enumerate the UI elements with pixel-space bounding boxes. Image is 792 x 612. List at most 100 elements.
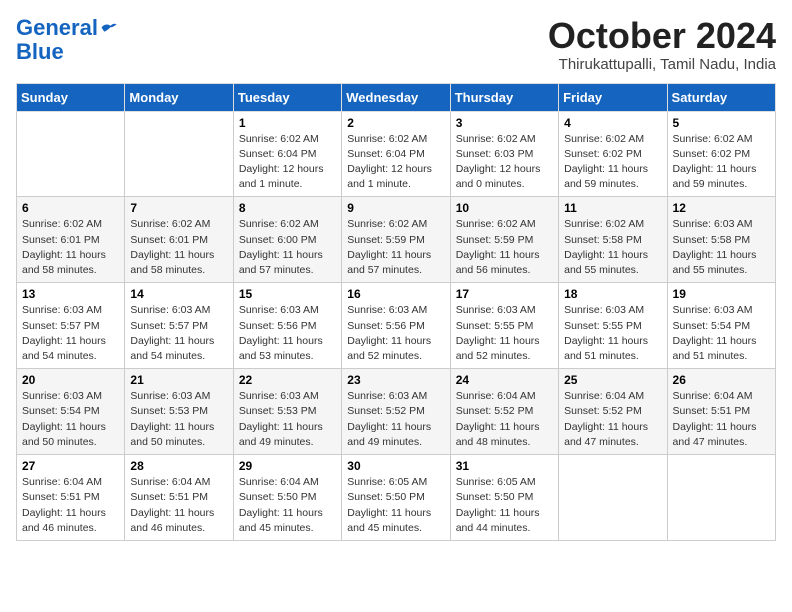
day-info: Sunrise: 6:02 AM Sunset: 6:01 PM Dayligh… xyxy=(130,217,227,278)
calendar-cell: 2 Sunrise: 6:02 AM Sunset: 6:04 PM Daylig… xyxy=(342,111,450,197)
calendar-cell: 31 Sunrise: 6:05 AM Sunset: 5:50 PM Dayli… xyxy=(450,455,558,541)
logo-text: General xyxy=(16,16,98,40)
calendar-cell: 3 Sunrise: 6:02 AM Sunset: 6:03 PM Daylig… xyxy=(450,111,558,197)
calendar-cell: 30 Sunrise: 6:05 AM Sunset: 5:50 PM Dayli… xyxy=(342,455,450,541)
day-number: 26 xyxy=(673,373,770,387)
day-number: 8 xyxy=(239,201,336,215)
day-number: 6 xyxy=(22,201,119,215)
calendar-cell: 1Sunrise: 6:02 AM Sunset: 6:04 PM Daylig… xyxy=(233,111,341,197)
day-number: 28 xyxy=(130,459,227,473)
day-number: 29 xyxy=(239,459,336,473)
calendar-cell: 26 Sunrise: 6:04 AM Sunset: 5:51 PM Dayli… xyxy=(667,369,775,455)
calendar-cell: 17 Sunrise: 6:03 AM Sunset: 5:55 PM Dayli… xyxy=(450,283,558,369)
day-info: Sunrise: 6:03 AM Sunset: 5:53 PM Dayligh… xyxy=(239,389,336,450)
day-info: Sunrise: 6:02 AM Sunset: 5:59 PM Dayligh… xyxy=(456,217,553,278)
calendar-cell: 20 Sunrise: 6:03 AM Sunset: 5:54 PM Dayli… xyxy=(17,369,125,455)
logo-bird-icon xyxy=(100,21,118,35)
calendar-cell: 23 Sunrise: 6:03 AM Sunset: 5:52 PM Dayli… xyxy=(342,369,450,455)
calendar-cell: 28Sunrise: 6:04 AM Sunset: 5:51 PM Dayli… xyxy=(125,455,233,541)
calendar-cell: 19 Sunrise: 6:03 AM Sunset: 5:54 PM Dayli… xyxy=(667,283,775,369)
day-number: 11 xyxy=(564,201,661,215)
calendar-cell: 12 Sunrise: 6:03 AM Sunset: 5:58 PM Dayli… xyxy=(667,197,775,283)
day-info: Sunrise: 6:02 AM Sunset: 6:00 PM Dayligh… xyxy=(239,217,336,278)
day-info: Sunrise: 6:03 AM Sunset: 5:55 PM Dayligh… xyxy=(456,303,553,364)
day-number: 14 xyxy=(130,287,227,301)
day-number: 3 xyxy=(456,116,553,130)
day-info: Sunrise: 6:02 AM Sunset: 6:03 PM Dayligh… xyxy=(456,132,553,193)
col-header-saturday: Saturday xyxy=(667,83,775,111)
day-info: Sunrise: 6:03 AM Sunset: 5:58 PM Dayligh… xyxy=(673,217,770,278)
day-info: Sunrise: 6:03 AM Sunset: 5:57 PM Dayligh… xyxy=(130,303,227,364)
calendar-cell: 21 Sunrise: 6:03 AM Sunset: 5:53 PM Dayli… xyxy=(125,369,233,455)
day-number: 30 xyxy=(347,459,444,473)
day-info: Sunrise: 6:02 AM Sunset: 6:04 PM Dayligh… xyxy=(347,132,444,193)
title-block: October 2024 Thirukattupalli, Tamil Nadu… xyxy=(548,16,776,73)
calendar-cell xyxy=(667,455,775,541)
day-number: 9 xyxy=(347,201,444,215)
day-number: 22 xyxy=(239,373,336,387)
logo-blue-text: Blue xyxy=(16,40,64,64)
col-header-friday: Friday xyxy=(559,83,667,111)
calendar-cell: 14 Sunrise: 6:03 AM Sunset: 5:57 PM Dayli… xyxy=(125,283,233,369)
day-info: Sunrise: 6:03 AM Sunset: 5:53 PM Dayligh… xyxy=(130,389,227,450)
day-number: 27 xyxy=(22,459,119,473)
location: Thirukattupalli, Tamil Nadu, India xyxy=(548,56,776,73)
calendar-table: SundayMondayTuesdayWednesdayThursdayFrid… xyxy=(16,83,776,541)
day-info: Sunrise: 6:05 AM Sunset: 5:50 PM Dayligh… xyxy=(347,475,444,536)
calendar-cell: 24 Sunrise: 6:04 AM Sunset: 5:52 PM Dayli… xyxy=(450,369,558,455)
col-header-thursday: Thursday xyxy=(450,83,558,111)
day-info: Sunrise: 6:03 AM Sunset: 5:52 PM Dayligh… xyxy=(347,389,444,450)
day-info: Sunrise: 6:03 AM Sunset: 5:57 PM Dayligh… xyxy=(22,303,119,364)
calendar-cell xyxy=(559,455,667,541)
day-info: Sunrise: 6:04 AM Sunset: 5:52 PM Dayligh… xyxy=(456,389,553,450)
col-header-sunday: Sunday xyxy=(17,83,125,111)
day-info: Sunrise: 6:03 AM Sunset: 5:54 PM Dayligh… xyxy=(22,389,119,450)
day-number: 7 xyxy=(130,201,227,215)
day-number: 12 xyxy=(673,201,770,215)
calendar-cell: 22 Sunrise: 6:03 AM Sunset: 5:53 PM Dayli… xyxy=(233,369,341,455)
calendar-cell: 27Sunrise: 6:04 AM Sunset: 5:51 PM Dayli… xyxy=(17,455,125,541)
day-number: 20 xyxy=(22,373,119,387)
col-header-tuesday: Tuesday xyxy=(233,83,341,111)
calendar-cell: 25Sunrise: 6:04 AM Sunset: 5:52 PM Dayli… xyxy=(559,369,667,455)
day-number: 21 xyxy=(130,373,227,387)
calendar-cell: 16 Sunrise: 6:03 AM Sunset: 5:56 PM Dayli… xyxy=(342,283,450,369)
day-number: 5 xyxy=(673,116,770,130)
day-number: 15 xyxy=(239,287,336,301)
calendar-cell: 7 Sunrise: 6:02 AM Sunset: 6:01 PM Daylig… xyxy=(125,197,233,283)
day-info: Sunrise: 6:04 AM Sunset: 5:51 PM Dayligh… xyxy=(673,389,770,450)
col-header-monday: Monday xyxy=(125,83,233,111)
day-number: 4 xyxy=(564,116,661,130)
day-info: Sunrise: 6:05 AM Sunset: 5:50 PM Dayligh… xyxy=(456,475,553,536)
calendar-cell: 18 Sunrise: 6:03 AM Sunset: 5:55 PM Dayli… xyxy=(559,283,667,369)
calendar-cell: 10Sunrise: 6:02 AM Sunset: 5:59 PM Dayli… xyxy=(450,197,558,283)
day-info: Sunrise: 6:03 AM Sunset: 5:54 PM Dayligh… xyxy=(673,303,770,364)
day-info: Sunrise: 6:03 AM Sunset: 5:55 PM Dayligh… xyxy=(564,303,661,364)
calendar-cell: 8 Sunrise: 6:02 AM Sunset: 6:00 PM Daylig… xyxy=(233,197,341,283)
calendar-cell xyxy=(17,111,125,197)
day-info: Sunrise: 6:02 AM Sunset: 5:59 PM Dayligh… xyxy=(347,217,444,278)
day-number: 18 xyxy=(564,287,661,301)
calendar-cell: 11 Sunrise: 6:02 AM Sunset: 5:58 PM Dayli… xyxy=(559,197,667,283)
day-info: Sunrise: 6:02 AM Sunset: 6:02 PM Dayligh… xyxy=(673,132,770,193)
day-number: 2 xyxy=(347,116,444,130)
day-number: 24 xyxy=(456,373,553,387)
day-number: 19 xyxy=(673,287,770,301)
day-number: 25 xyxy=(564,373,661,387)
day-number: 23 xyxy=(347,373,444,387)
day-info: Sunrise: 6:02 AM Sunset: 6:01 PM Dayligh… xyxy=(22,217,119,278)
calendar-cell: 5 Sunrise: 6:02 AM Sunset: 6:02 PM Daylig… xyxy=(667,111,775,197)
calendar-cell: 9 Sunrise: 6:02 AM Sunset: 5:59 PM Daylig… xyxy=(342,197,450,283)
day-info: Sunrise: 6:03 AM Sunset: 5:56 PM Dayligh… xyxy=(347,303,444,364)
day-info: Sunrise: 6:02 AM Sunset: 6:02 PM Dayligh… xyxy=(564,132,661,193)
day-info: Sunrise: 6:03 AM Sunset: 5:56 PM Dayligh… xyxy=(239,303,336,364)
day-number: 17 xyxy=(456,287,553,301)
day-number: 16 xyxy=(347,287,444,301)
calendar-cell: 4 Sunrise: 6:02 AM Sunset: 6:02 PM Daylig… xyxy=(559,111,667,197)
calendar-cell: 29Sunrise: 6:04 AM Sunset: 5:50 PM Dayli… xyxy=(233,455,341,541)
day-info: Sunrise: 6:02 AM Sunset: 5:58 PM Dayligh… xyxy=(564,217,661,278)
calendar-cell: 6 Sunrise: 6:02 AM Sunset: 6:01 PM Daylig… xyxy=(17,197,125,283)
col-header-wednesday: Wednesday xyxy=(342,83,450,111)
calendar-cell: 13Sunrise: 6:03 AM Sunset: 5:57 PM Dayli… xyxy=(17,283,125,369)
day-number: 31 xyxy=(456,459,553,473)
